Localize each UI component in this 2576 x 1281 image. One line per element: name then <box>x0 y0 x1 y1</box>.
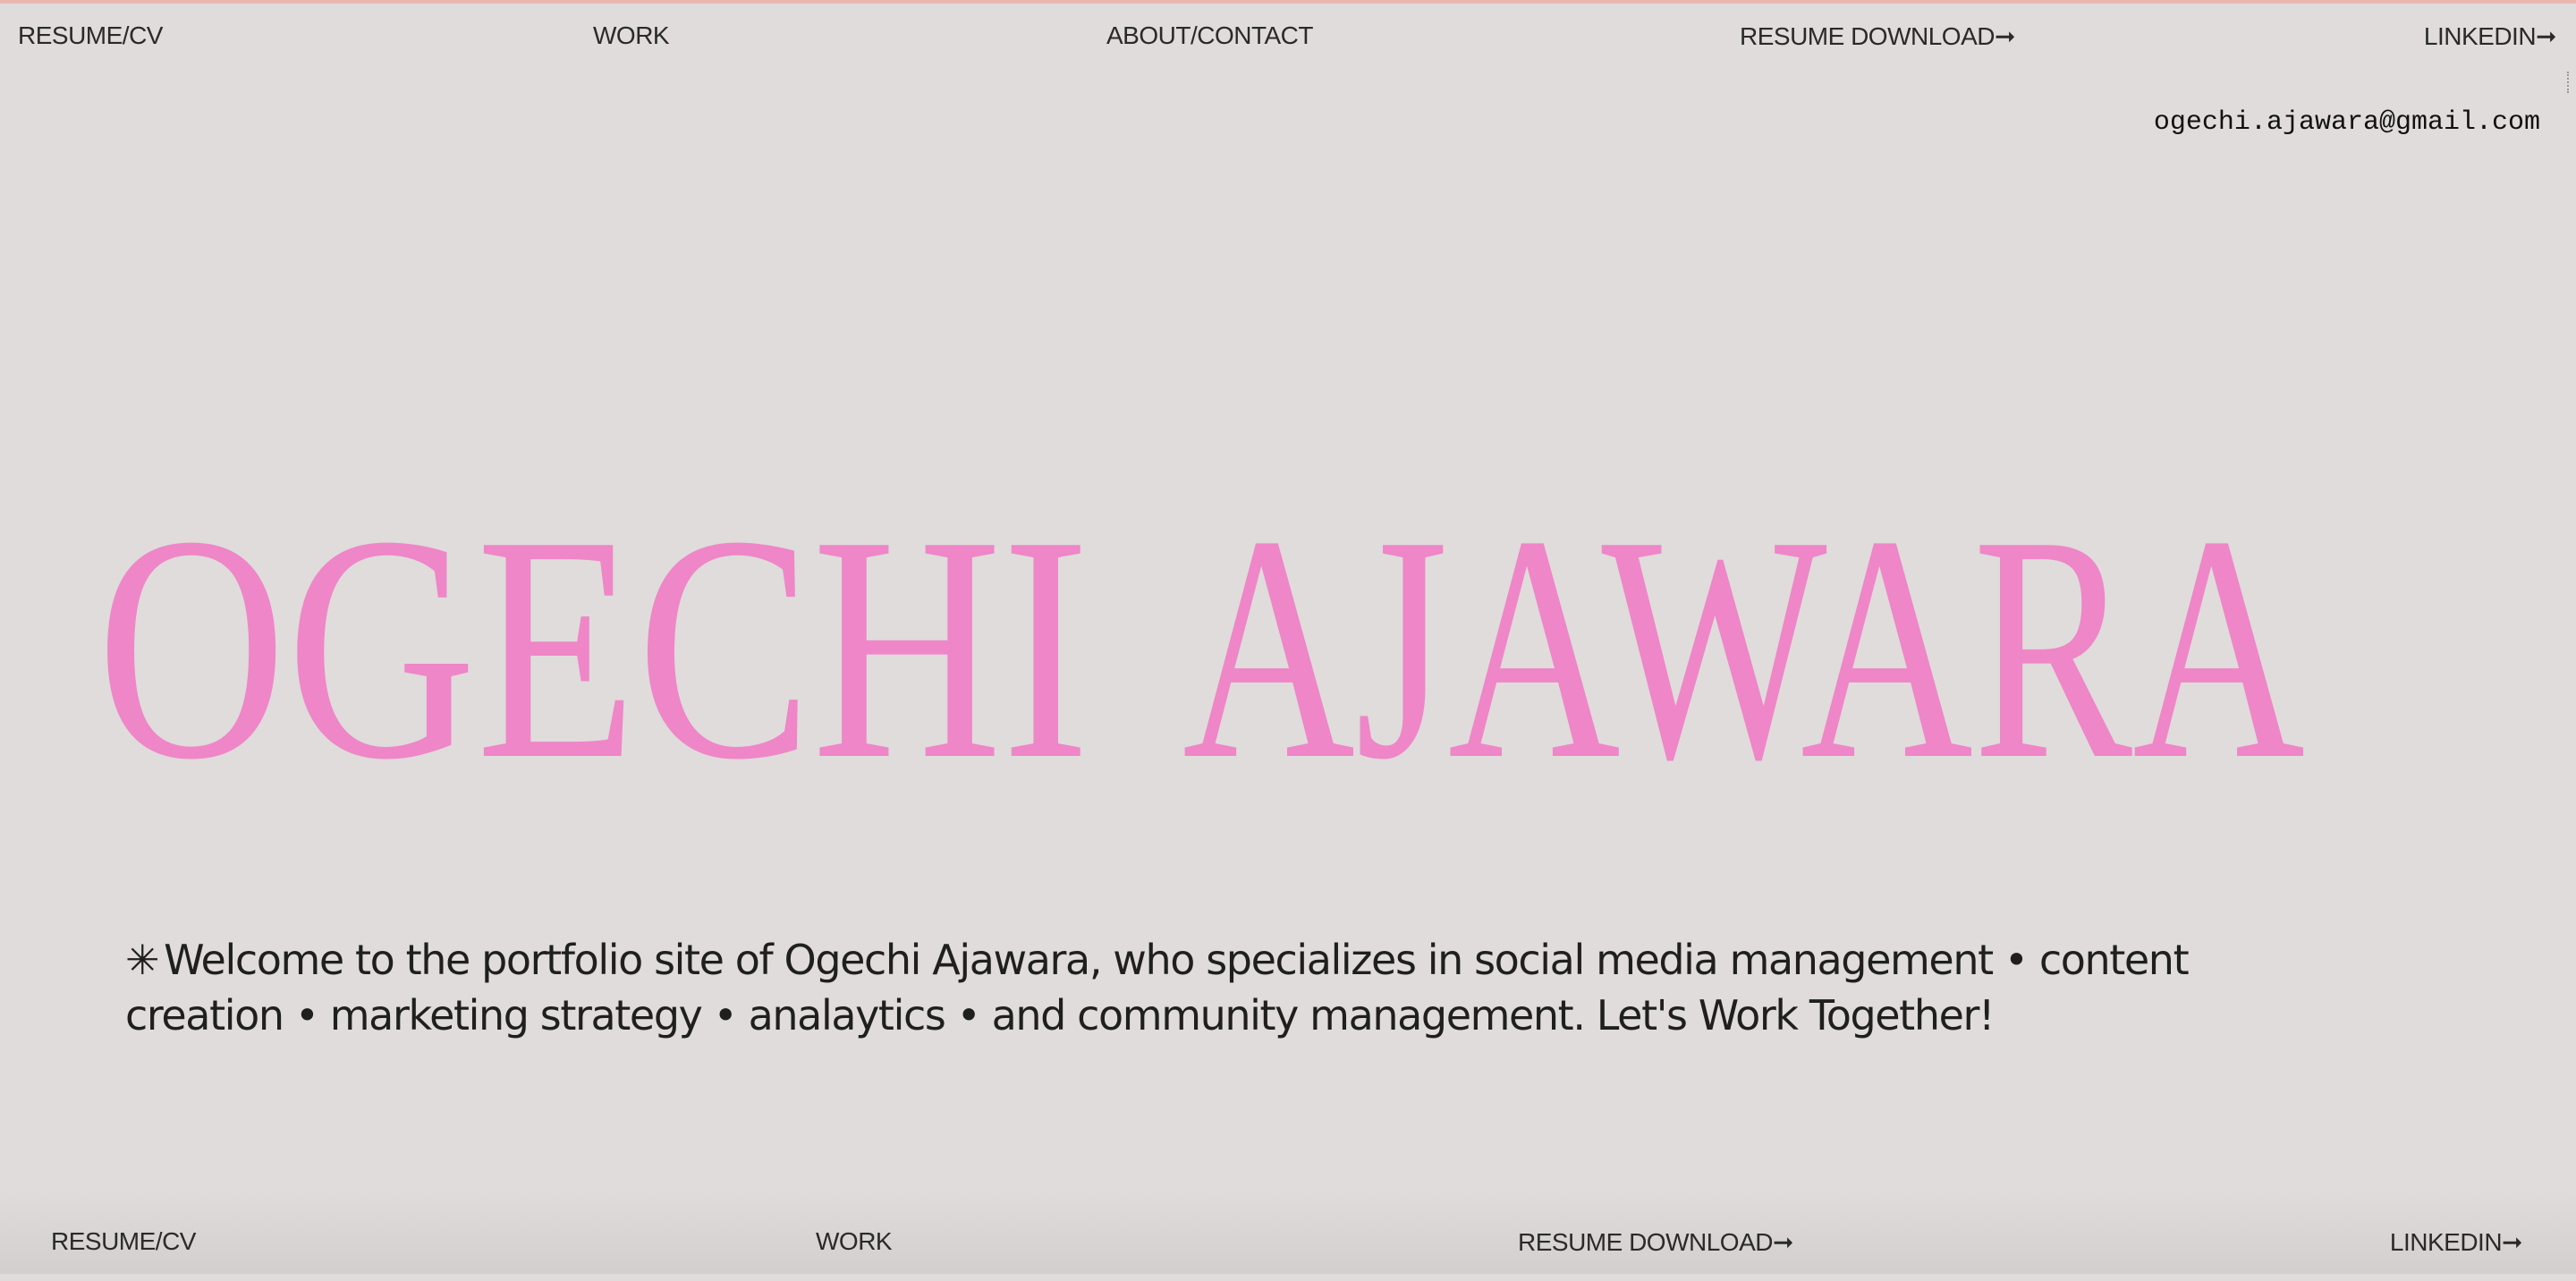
email-link[interactable]: ogechi.ajawara@gmail.com <box>2154 107 2540 138</box>
hero-name: OGECHI AJAWARA <box>97 469 2305 805</box>
hero-last-name: AJAWARA <box>1182 469 2305 805</box>
scrollbar-handle[interactable] <box>2567 72 2574 93</box>
footer-resume-download-link[interactable]: RESUME DOWNLOAD➞ <box>1518 1227 1793 1257</box>
bottom-navigation: RESUME/CV WORK RESUME DOWNLOAD➞ LINKEDIN… <box>0 1227 2576 1281</box>
asterisk-star-icon: ✳ <box>125 936 160 984</box>
nav-resume-cv-link[interactable]: RESUME/CV <box>18 21 163 50</box>
intro-paragraph: ✳ Welcome to the portfolio site of Ogechi… <box>125 932 2236 1043</box>
intro-text: Welcome to the portfolio site of Ogechi … <box>125 936 2190 1039</box>
footer-work-link[interactable]: WORK <box>816 1227 893 1256</box>
nav-linkedin-link[interactable]: LINKEDIN➞ <box>2424 21 2557 51</box>
nav-about-contact-link[interactable]: ABOUT/CONTACT <box>1106 21 1313 50</box>
hero-first-name: OGECHI <box>97 469 1089 805</box>
top-navigation: RESUME/CV WORK ABOUT/CONTACT RESUME DOWN… <box>0 21 2576 75</box>
nav-resume-download-link[interactable]: RESUME DOWNLOAD➞ <box>1740 21 2015 51</box>
footer-linkedin-link[interactable]: LINKEDIN➞ <box>2390 1227 2523 1257</box>
nav-work-link[interactable]: WORK <box>593 21 670 50</box>
top-accent-line <box>0 0 2576 4</box>
footer-resume-cv-link[interactable]: RESUME/CV <box>51 1227 196 1256</box>
